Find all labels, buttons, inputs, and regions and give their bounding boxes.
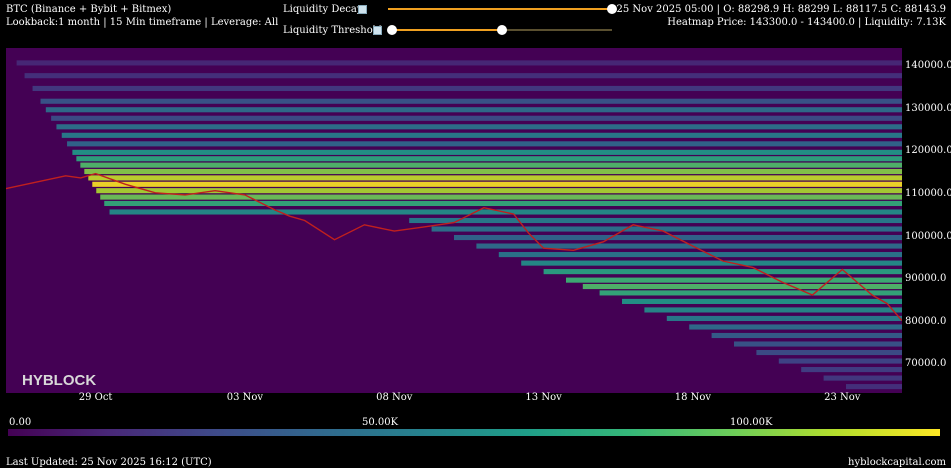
heatmap-band: [40, 98, 902, 104]
heatmap-band: [756, 349, 902, 356]
x-tick-label: 03 Nov: [226, 392, 264, 403]
heatmap-band: [666, 315, 902, 322]
chart-title: BTC (Binance + Bybit + Bitmex): [6, 4, 172, 15]
y-tick-label: 120000.0: [905, 145, 951, 157]
chart-subtitle: Lookback:1 month | 15 Min timeframe | Le…: [6, 17, 279, 28]
heatmap-band: [32, 85, 902, 92]
liquidity-decay-info-icon[interactable]: [358, 5, 367, 14]
heatmap-band: [61, 132, 902, 138]
heatmap-band: [67, 141, 902, 147]
heatmap-band: [521, 260, 902, 266]
ohlc-readout: 25 Nov 2025 05:00 | O: 88298.9 H: 88299 …: [616, 4, 946, 15]
heatmap-band: [543, 269, 902, 275]
x-tick-label: 13 Nov: [525, 392, 562, 403]
x-tick-label: 08 Nov: [376, 392, 413, 403]
heatmap-band: [711, 332, 902, 339]
heatmap-band: [80, 162, 902, 168]
heatmap-band: [24, 73, 902, 79]
liquidity-threshold-max-handle[interactable]: [497, 25, 507, 35]
y-tick-label: 70000.0: [905, 358, 947, 370]
heatmap-band: [84, 168, 902, 175]
y-tick-label: 90000.0: [905, 273, 947, 285]
y-tick-label: 100000.0: [905, 230, 951, 242]
heatmap-band: [45, 107, 902, 113]
liquidity-threshold-info-icon[interactable]: [373, 26, 382, 35]
heatmap-band: [622, 298, 902, 304]
liquidity-decay-handle[interactable]: [607, 4, 617, 14]
x-tick-label: 29 Oct: [78, 392, 113, 403]
x-tick-label: 18 Nov: [674, 392, 712, 403]
hyblock-watermark: HYBLOCK: [22, 372, 96, 389]
heatmap-band: [778, 358, 902, 364]
heatmap-info-readout: Heatmap Price: 143300.0 - 143400.0 | Liq…: [667, 17, 946, 28]
heatmap-band: [801, 367, 902, 373]
heatmap-band: [92, 181, 902, 187]
heatmap-band: [51, 115, 902, 121]
heatmap-band: [498, 252, 902, 258]
liquidity-decay-fill: [388, 8, 612, 10]
heatmap-band: [823, 375, 902, 381]
colorbar: [8, 429, 940, 436]
x-tick-label: 23 Nov: [824, 392, 861, 403]
heatmap-band: [100, 194, 902, 200]
heatmap-band: [734, 341, 902, 347]
heatmap-band: [409, 217, 902, 224]
y-tick-label: 140000.0: [905, 60, 951, 72]
liquidity-threshold-fill: [392, 29, 502, 31]
y-tick-label: 130000.0: [905, 102, 951, 114]
liquidity-decay-label: Liquidity Decay: [283, 4, 363, 15]
liquidation-heatmap[interactable]: HYBLOCK: [6, 48, 902, 393]
heatmap-band: [846, 384, 902, 390]
liquidity-threshold-min-handle[interactable]: [387, 25, 397, 35]
last-updated-text: Last Updated: 25 Nov 2025 16:12 (UTC): [6, 457, 212, 468]
heatmap-band: [76, 156, 902, 162]
colorbar-tick: 0.00: [9, 417, 32, 428]
y-tick-label: 110000.0: [905, 187, 951, 199]
site-link[interactable]: hyblockcapital.com: [848, 457, 946, 468]
liquidity-threshold-label: Liquidity Threshold: [283, 25, 383, 36]
y-tick-label: 80000.0: [905, 315, 947, 327]
colorbar-tick: 50.00K: [362, 417, 399, 428]
heatmap-band: [431, 226, 902, 232]
heatmap-band: [56, 124, 902, 130]
heatmap-band: [644, 307, 902, 313]
heatmap-band: [16, 60, 902, 66]
heatmap-band: [88, 175, 902, 181]
colorbar-tick: 100.00K: [730, 417, 773, 428]
heatmap-band: [72, 149, 902, 155]
heatmap-band: [599, 290, 902, 296]
heatmap-band: [582, 283, 902, 290]
heatmap-band: [104, 200, 902, 207]
heatmap-band: [689, 324, 902, 330]
